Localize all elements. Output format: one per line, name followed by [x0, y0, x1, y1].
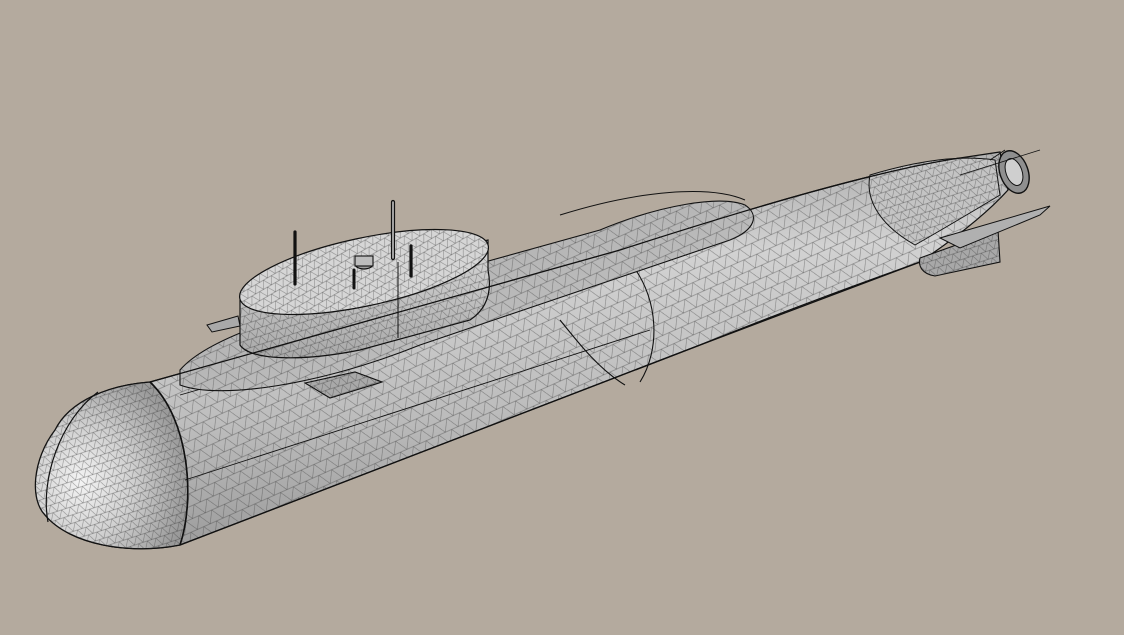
mesh-render	[34, 149, 1051, 550]
graphics-viewport[interactable]	[0, 0, 1124, 635]
bow	[34, 381, 189, 550]
